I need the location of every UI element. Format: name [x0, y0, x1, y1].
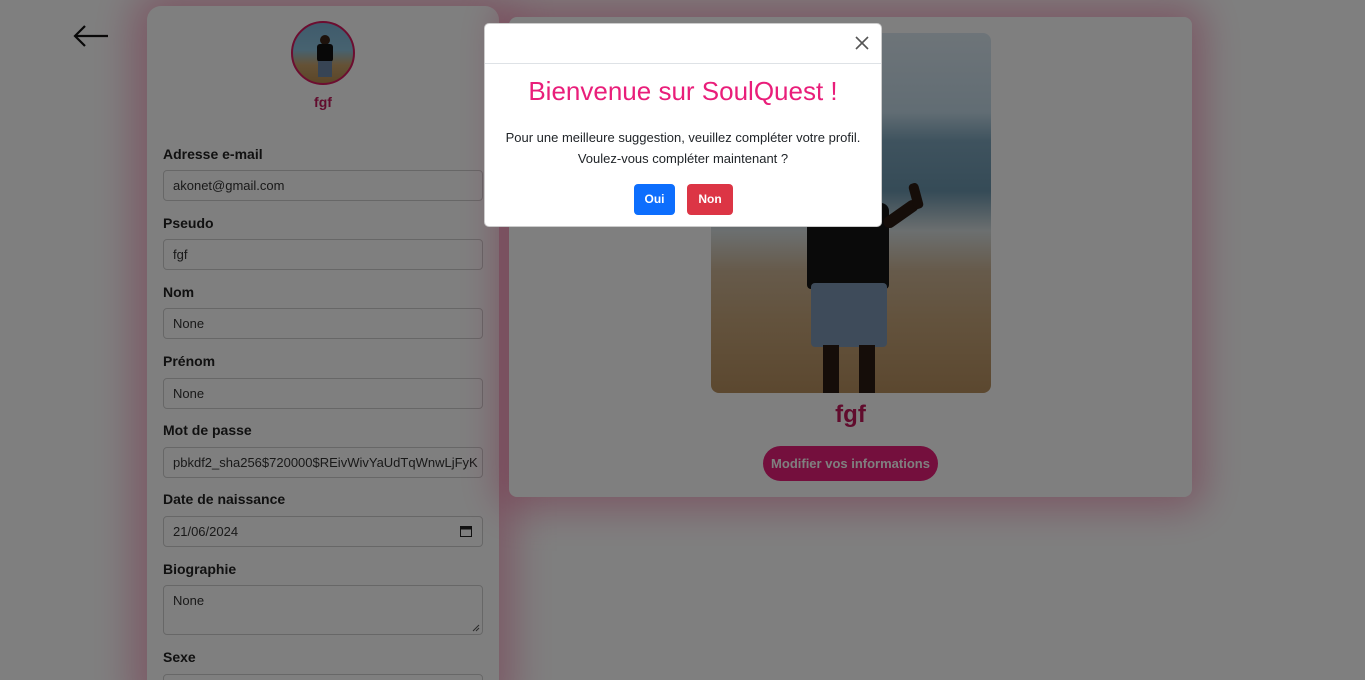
modal-message: Pour une meilleure suggestion, veuillez … — [485, 127, 881, 169]
page: fgf Adresse e-mail akonet@gmail.com Pseu… — [0, 0, 1365, 680]
modal-message-line-1: Pour une meilleure suggestion, veuillez … — [505, 130, 861, 145]
modal-message-line-2: Voulez-vous compléter maintenant ? — [577, 151, 789, 166]
no-button[interactable]: Non — [687, 184, 733, 215]
welcome-modal: Bienvenue sur SoulQuest ! Pour une meill… — [484, 23, 882, 227]
close-icon[interactable] — [853, 34, 871, 52]
modal-title: Bienvenue sur SoulQuest ! — [528, 76, 838, 106]
modal-header — [485, 24, 881, 64]
yes-button[interactable]: Oui — [634, 184, 675, 215]
